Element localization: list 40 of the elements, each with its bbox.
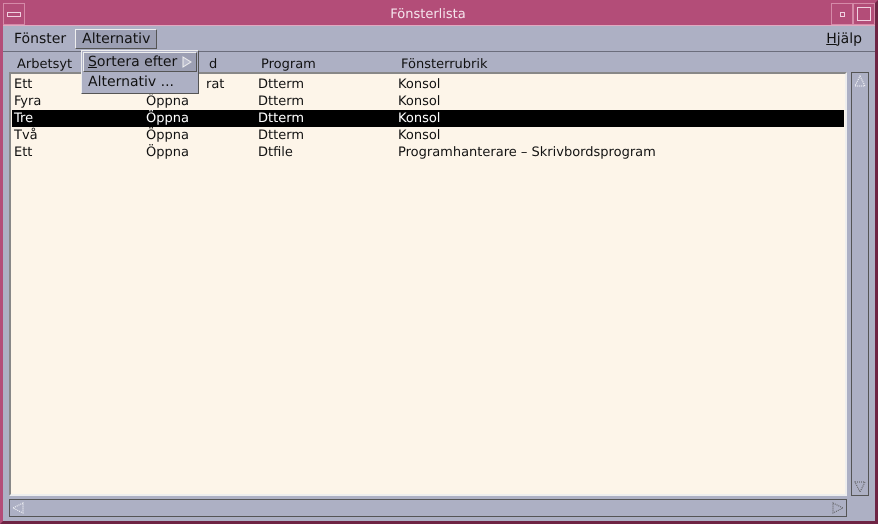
table-cell: Dtterm bbox=[258, 111, 304, 126]
horizontal-scrollbar[interactable] bbox=[9, 499, 847, 517]
scroll-left-arrow-icon[interactable] bbox=[11, 501, 25, 515]
table-cell: Fyra bbox=[14, 94, 42, 109]
column-header[interactable]: d bbox=[209, 57, 218, 72]
table-cell: Konsol bbox=[398, 94, 440, 109]
column-header[interactable]: Fönsterrubrik bbox=[401, 57, 488, 72]
table-cell: rat bbox=[206, 77, 224, 92]
table-cell: Dtfile bbox=[258, 145, 293, 160]
minimize-button[interactable] bbox=[831, 3, 853, 25]
maximize-button[interactable] bbox=[853, 3, 875, 25]
table-cell: Öppna bbox=[146, 145, 189, 160]
column-header[interactable]: Program bbox=[261, 57, 316, 72]
column-header[interactable]: Arbetsyt bbox=[17, 57, 72, 72]
table-cell: Två bbox=[14, 128, 38, 143]
scroll-down-arrow-icon[interactable] bbox=[853, 480, 867, 494]
table-cell: Öppna bbox=[146, 128, 189, 143]
help-menu[interactable]: Hjälp bbox=[819, 28, 869, 48]
table-cell: Konsol bbox=[398, 128, 440, 143]
window-menu-button[interactable] bbox=[3, 3, 25, 25]
menu-item[interactable]: Alternativ bbox=[75, 28, 158, 48]
table-cell: Ett bbox=[14, 145, 32, 160]
selected-row[interactable]: Tre Öppna Dtterm Konsol bbox=[12, 110, 844, 127]
table-cell: Konsol bbox=[398, 77, 440, 92]
table-cell: Öppna bbox=[146, 111, 189, 126]
table-cell: Ett bbox=[14, 77, 32, 92]
vertical-scrollbar[interactable] bbox=[851, 72, 869, 496]
menu-item[interactable]: Alternativ ... bbox=[83, 72, 197, 92]
table-cell: Dtterm bbox=[258, 128, 304, 143]
menu-item[interactable]: Fönster bbox=[7, 28, 74, 48]
table-cell: Dtterm bbox=[258, 94, 304, 109]
scroll-up-arrow-icon[interactable] bbox=[853, 74, 867, 88]
menu-item[interactable]: Sortera efter bbox=[83, 52, 197, 72]
scroll-right-arrow-icon[interactable] bbox=[831, 501, 845, 515]
table-cell: Öppna bbox=[146, 94, 189, 109]
table-cell: Tre bbox=[14, 111, 34, 126]
table-cell: Programhanterare – Skrivbordsprogram bbox=[398, 145, 656, 160]
table-cell: Dtterm bbox=[258, 77, 304, 92]
window-title: Fönsterlista bbox=[389, 6, 467, 22]
table-cell: Konsol bbox=[398, 111, 440, 126]
